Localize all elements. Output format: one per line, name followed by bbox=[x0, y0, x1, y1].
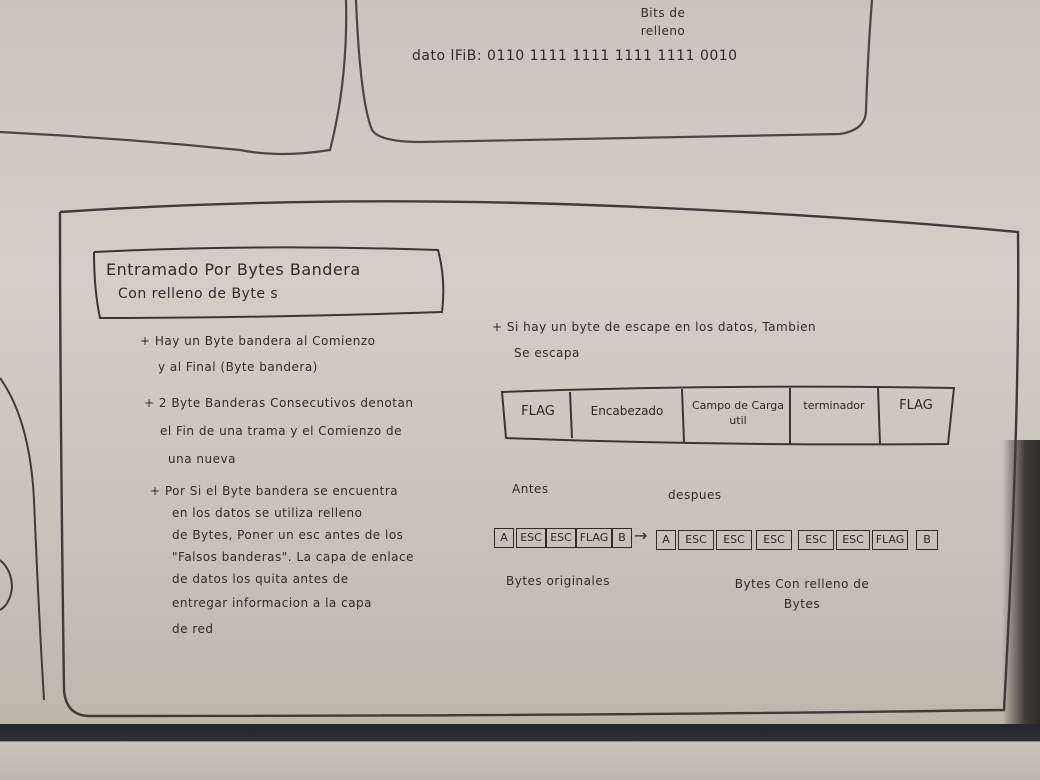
stuffed-byte-esc-2: ESC bbox=[716, 530, 752, 550]
arrow-icon: → bbox=[634, 526, 648, 545]
stuffed-byte-esc-1: ESC bbox=[678, 530, 714, 550]
bullet-1-line-1: + Hay un Byte bandera al Comienzo bbox=[140, 334, 376, 348]
stuffed-byte-esc-5: ESC bbox=[836, 530, 870, 550]
original-byte-esc-1: ESC bbox=[516, 528, 546, 548]
frame-cell-payload: Campo de Carga util bbox=[691, 399, 785, 427]
original-byte-b: B bbox=[612, 528, 632, 548]
bits-label: Bits de relleno bbox=[640, 6, 686, 38]
original-byte-esc-2: ESC bbox=[546, 528, 576, 548]
original-byte-a: A bbox=[494, 528, 514, 548]
caption-original: Bytes originales bbox=[506, 574, 610, 588]
bullet-2-line-2: el Fin de una trama y el Comienzo de bbox=[160, 424, 402, 438]
frame-cell-flag-end: FLAG bbox=[899, 398, 933, 413]
bullet-2-line-3: una nueva bbox=[168, 452, 236, 466]
section-title: Entramado Por Bytes Bandera bbox=[106, 260, 361, 279]
bullet-3-line-3: de Bytes, Poner un esc antes de los bbox=[172, 528, 404, 542]
right-shadow bbox=[1002, 440, 1040, 740]
stuffed-byte-b: B bbox=[916, 530, 938, 550]
frame-cell-header: Encabezado bbox=[590, 404, 664, 418]
frame-cell-flag-start: FLAG bbox=[521, 404, 555, 419]
bullet-2-line-1: + 2 Byte Banderas Consecutivos denotan bbox=[144, 396, 414, 410]
bullet-3-line-4: "Falsos banderas". La capa de enlace bbox=[172, 550, 414, 564]
right-note-line-1: + Si hay un byte de escape en los datos,… bbox=[492, 320, 817, 334]
stuffed-byte-esc-3: ESC bbox=[756, 530, 792, 550]
caption-stuffed: Bytes Con relleno de Bytes bbox=[734, 577, 870, 611]
bullet-3-line-6: entregar informacion a la capa bbox=[172, 596, 373, 610]
original-byte-flag: FLAG bbox=[576, 528, 612, 548]
whiteboard-sketch bbox=[0, 0, 1020, 718]
stuffed-byte-a: A bbox=[656, 530, 676, 550]
bullet-3-line-1: + Por Si el Byte bandera se encuentra bbox=[150, 484, 399, 498]
stuffed-byte-flag: FLAG bbox=[872, 530, 908, 550]
bullet-3-line-2: en los datos se utiliza relleno bbox=[172, 506, 363, 520]
board-frame-bottom bbox=[0, 724, 1040, 780]
before-label: Antes bbox=[512, 482, 549, 496]
stuffed-byte-esc-4: ESC bbox=[798, 530, 834, 550]
data-line: dato lFiB: 0110 1111 1111 1111 1111 0010 bbox=[412, 48, 738, 64]
bullet-1-line-2: y al Final (Byte bandera) bbox=[158, 360, 318, 374]
bullet-3-line-5: de datos los quita antes de bbox=[172, 572, 349, 586]
section-subtitle: Con relleno de Byte s bbox=[118, 286, 279, 302]
frame-cell-terminator: terminador bbox=[803, 399, 865, 412]
right-note-line-2: Se escapa bbox=[514, 346, 580, 360]
bullet-3-line-7: de red bbox=[172, 622, 214, 636]
after-label: despues bbox=[668, 488, 722, 502]
